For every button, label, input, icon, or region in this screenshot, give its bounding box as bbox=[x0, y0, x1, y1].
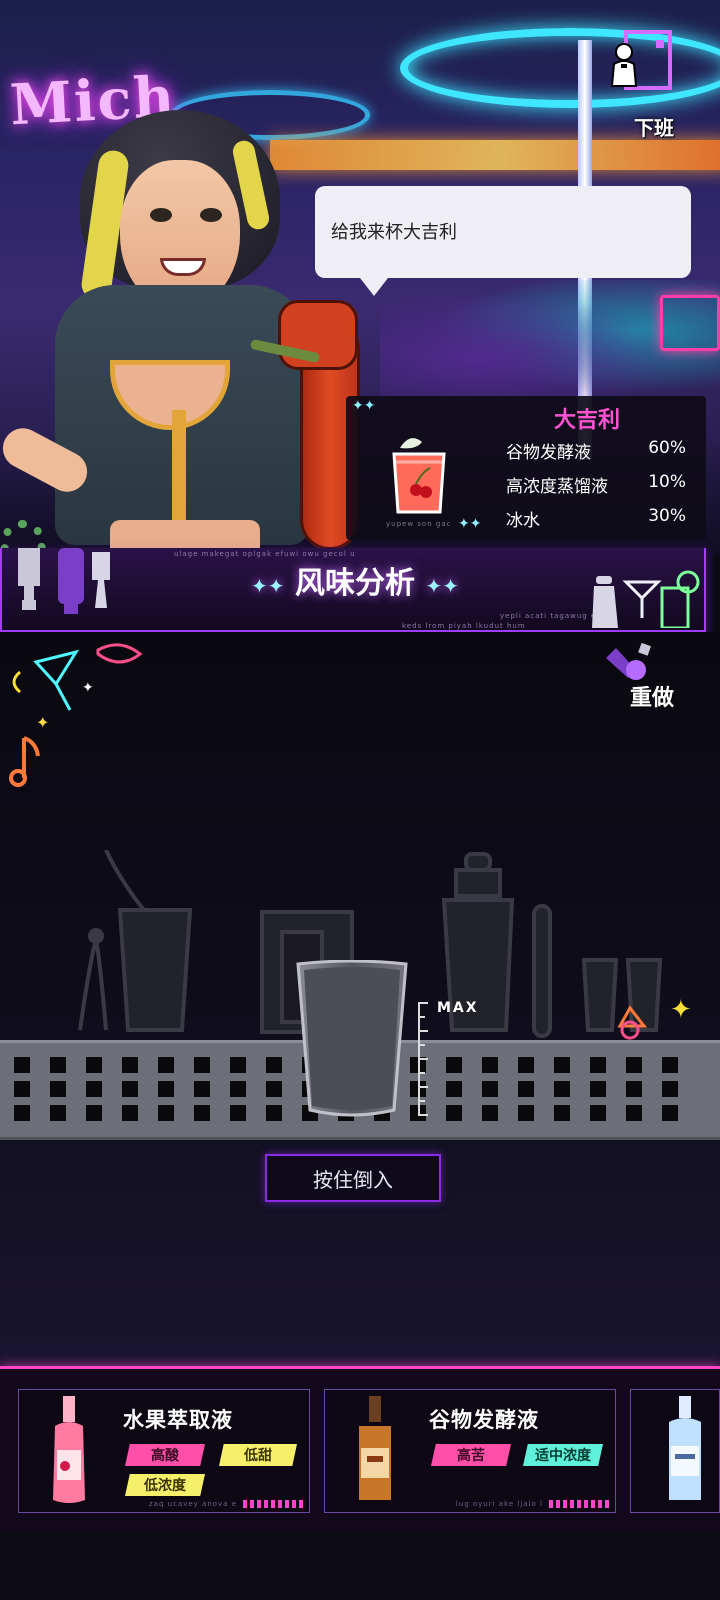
off-work-button[interactable]: 下班 bbox=[608, 30, 688, 140]
customer-dialogue: 给我来杯大吉利 bbox=[331, 222, 457, 243]
sparkle-icon: ✦✦ bbox=[251, 574, 285, 598]
neon-cocktail-icon: ✦ bbox=[617, 995, 692, 1040]
banner-title: 风味分析 bbox=[295, 566, 415, 601]
flavor-tag: 高酸 bbox=[125, 1444, 205, 1466]
ingredient-name: 谷物发酵液 bbox=[429, 1408, 539, 1432]
banner-micro-text: yepli acati tagawug e bbox=[500, 612, 597, 620]
neon-decoration: ✦ ✦ bbox=[9, 643, 143, 787]
sparkle-icon: ✦✦ bbox=[425, 574, 459, 598]
recipe-name: 大吉利 bbox=[554, 408, 621, 433]
distilled-bottle-icon bbox=[669, 1396, 701, 1500]
svg-text:✦: ✦ bbox=[670, 995, 692, 1025]
ingredient-tray: 水果萃取液 高酸 低甜 低浓度 zaq ucavey anova e 谷物发酵液… bbox=[0, 1366, 720, 1532]
banner-micro-text: keds lrom piyah lkudut hum bbox=[402, 622, 526, 630]
speech-bubble: 给我来杯大吉利 bbox=[315, 186, 691, 296]
bartender-door-icon bbox=[610, 30, 672, 90]
flavor-analysis-banner: ulage makegat oplgak efuwi owu gecol u ✦… bbox=[0, 548, 706, 632]
mixing-shaker-cup[interactable] bbox=[296, 960, 408, 1118]
off-work-label: 下班 bbox=[634, 116, 674, 140]
max-label: MAX bbox=[437, 1000, 479, 1016]
svg-text:✦: ✦ bbox=[82, 680, 94, 696]
svg-text:✦: ✦ bbox=[36, 713, 49, 732]
pink-neon-sign bbox=[660, 295, 720, 351]
ingredient-name: 水果萃取液 bbox=[123, 1408, 233, 1432]
flavor-tag: 低甜 bbox=[219, 1444, 297, 1466]
recipe-ingredient-row: 谷物发酵液 60% bbox=[506, 438, 686, 463]
customer-character bbox=[0, 90, 380, 556]
recipe-ingredient-row: 冰水 30% bbox=[506, 506, 686, 531]
ingredient-card-fruit-extract[interactable]: 水果萃取液 高酸 低甜 低浓度 zaq ucavey anova e bbox=[18, 1389, 310, 1513]
flavor-tag: 适中浓度 bbox=[523, 1444, 603, 1466]
cocktail-glass-icon bbox=[392, 438, 446, 514]
ingredient-card-distilled[interactable] bbox=[630, 1389, 720, 1513]
recipe-card: ✦✦ 大吉利 谷物发酵液 60% 高浓度蒸馏液 10% 冰水 30% yupew… bbox=[346, 396, 706, 540]
recipe-ingredient-row: 高浓度蒸馏液 10% bbox=[506, 472, 686, 497]
fruit-extract-bottle-icon bbox=[53, 1396, 85, 1503]
fill-level-scale bbox=[418, 1002, 434, 1116]
shaker-cocktail-icon bbox=[592, 570, 700, 628]
hold-to-pour-button[interactable]: 按住倒入 bbox=[265, 1154, 441, 1202]
redo-label: 重做 bbox=[630, 686, 675, 711]
card-micro-text: lug oyuri ake ljalo l bbox=[455, 1500, 543, 1508]
sparkle-icon: ✦✦ bbox=[458, 516, 482, 532]
ingredient-card-grain-ferment[interactable]: 谷物发酵液 高苦 适中浓度 lug oyuri ake ljalo l bbox=[324, 1389, 616, 1513]
banner-micro-text: ulage makegat oplgak efuwi owu gecol u bbox=[174, 550, 356, 558]
recipe-caption: yupew son gac bbox=[386, 520, 452, 528]
card-micro-text: zaq ucavey anova e bbox=[149, 1500, 237, 1508]
sparkle-icon: ✦✦ bbox=[352, 398, 376, 414]
redo-button[interactable]: 重做 bbox=[606, 640, 696, 720]
grain-ferment-bottle-icon bbox=[359, 1396, 391, 1500]
flavor-tag: 低浓度 bbox=[125, 1474, 205, 1496]
flavor-tag: 高苦 bbox=[431, 1444, 511, 1466]
